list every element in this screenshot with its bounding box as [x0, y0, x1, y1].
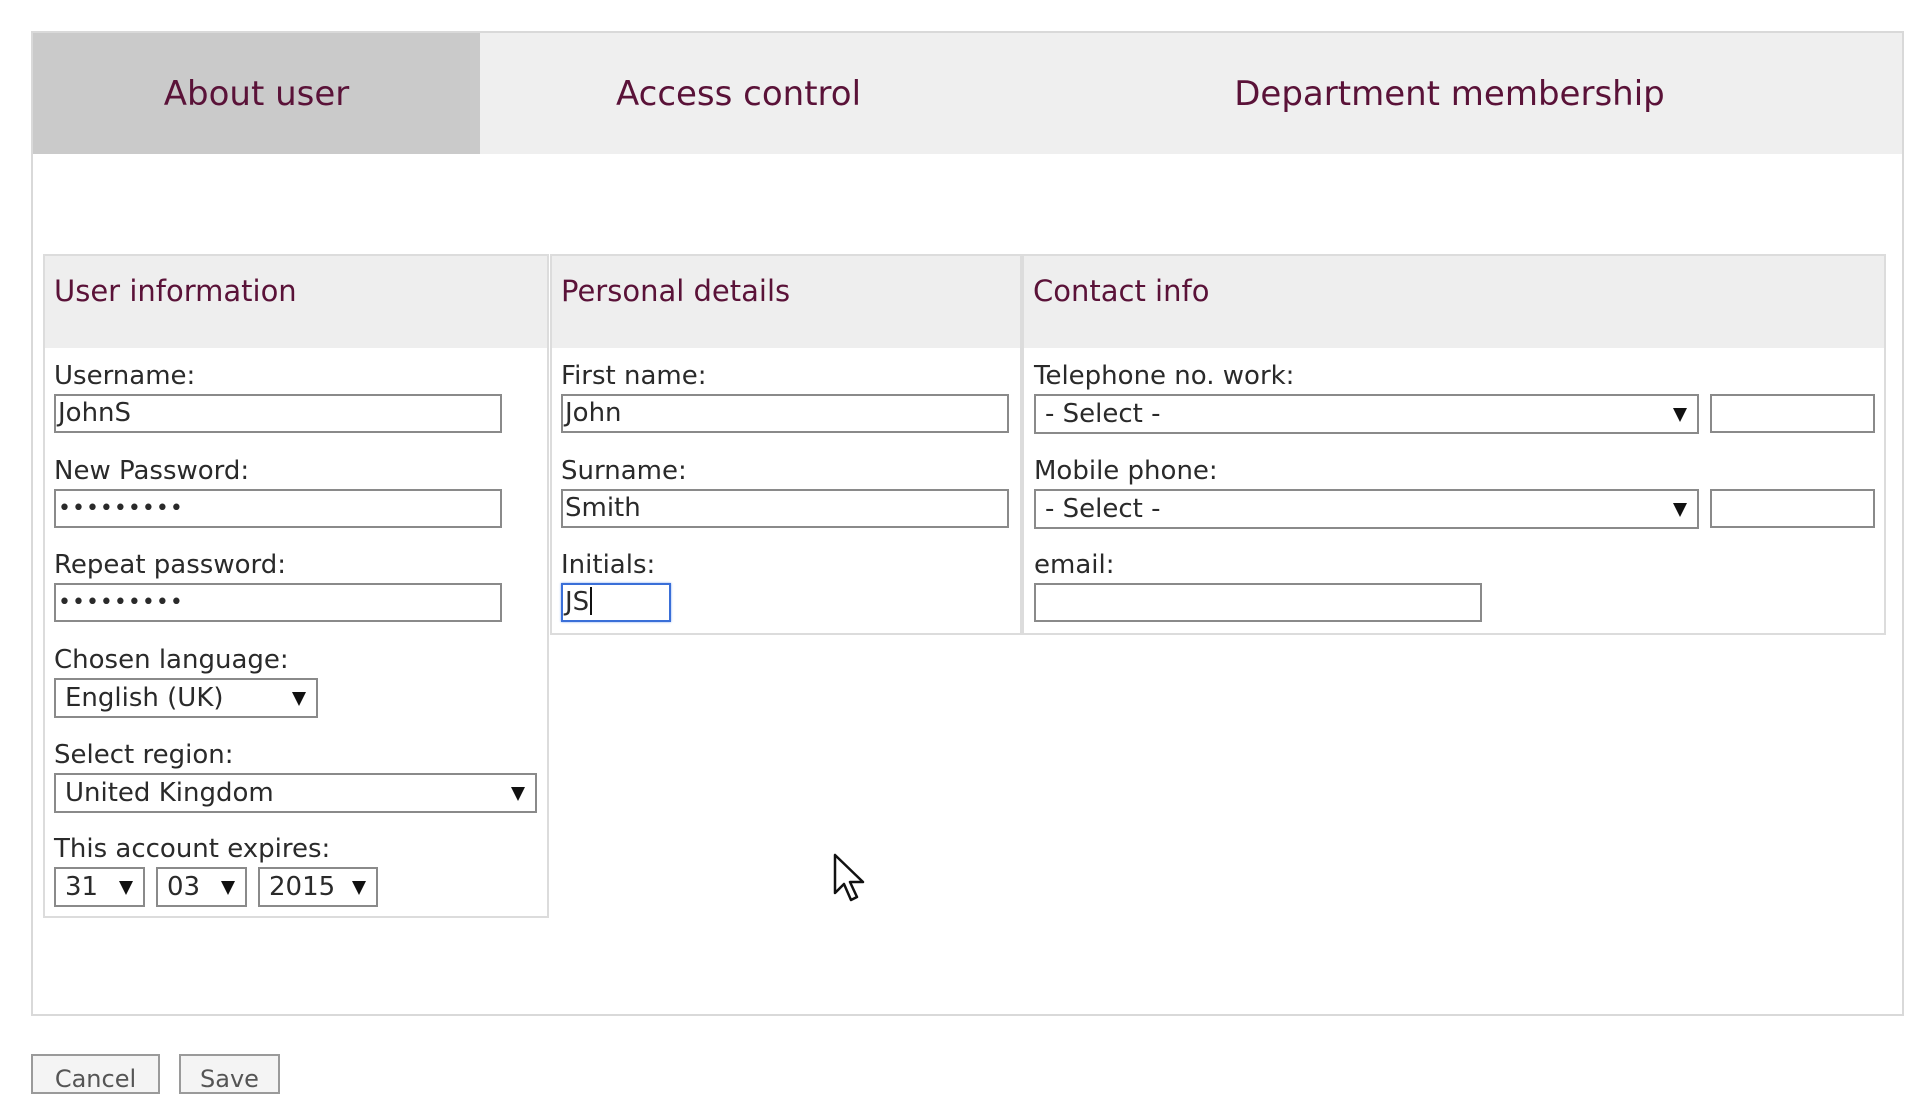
region-select[interactable]: United Kingdom	[54, 773, 537, 813]
save-button[interactable]: Save	[179, 1054, 280, 1094]
username-label: Username:	[54, 361, 196, 391]
work-phone-field[interactable]	[1710, 394, 1875, 433]
first-name-label: First name:	[561, 361, 707, 391]
mobile-phone-label: Mobile phone:	[1034, 456, 1218, 486]
username-field[interactable]: JohnS	[54, 394, 502, 433]
contact-info-panel: Contact info Telephone no. work: - Selec…	[1022, 254, 1886, 635]
work-phone-select-value: - Select -	[1045, 399, 1161, 429]
expires-label: This account expires:	[54, 834, 331, 864]
mobile-phone-field[interactable]	[1710, 489, 1875, 528]
new-password-label: New Password:	[54, 456, 250, 486]
user-information-panel: User information Username: JohnS New Pas…	[43, 254, 549, 918]
region-label: Select region:	[54, 740, 234, 770]
repeat-password-field[interactable]: •••••••••	[54, 583, 502, 622]
mobile-phone-country-select[interactable]: - Select -	[1034, 489, 1699, 529]
expires-day-select[interactable]: 31	[54, 867, 145, 907]
tab-about-user[interactable]: About user	[33, 33, 480, 154]
tab-bar: About user Access control Department mem…	[33, 33, 1902, 154]
panel-title: User information	[54, 274, 297, 308]
tab-department-membership[interactable]: Department membership	[997, 33, 1902, 154]
expires-year-select[interactable]: 2015	[258, 867, 378, 907]
new-password-field[interactable]: •••••••••	[54, 489, 502, 528]
panel-header: Personal details	[552, 256, 1020, 348]
language-value: English (UK)	[65, 683, 224, 713]
initials-value: JS	[565, 587, 590, 617]
expires-day-value: 31	[65, 872, 99, 902]
surname-field[interactable]: Smith	[561, 489, 1009, 528]
panel-title: Personal details	[561, 274, 791, 308]
chevron-down-icon	[1673, 503, 1687, 517]
mouse-pointer-icon	[833, 853, 865, 902]
expires-month-value: 03	[167, 872, 201, 902]
repeat-password-label: Repeat password:	[54, 550, 286, 580]
panel-header: Contact info	[1024, 256, 1884, 348]
chevron-down-icon	[1673, 408, 1687, 422]
expires-year-value: 2015	[269, 872, 336, 902]
initials-field[interactable]: JS	[561, 583, 671, 622]
personal-details-panel: Personal details First name: John Surnam…	[550, 254, 1022, 635]
expires-month-select[interactable]: 03	[156, 867, 247, 907]
email-field[interactable]	[1034, 583, 1482, 622]
work-phone-country-select[interactable]: - Select -	[1034, 394, 1699, 434]
surname-label: Surname:	[561, 456, 687, 486]
chevron-down-icon	[119, 881, 133, 895]
chevron-down-icon	[352, 881, 366, 895]
panel-header: User information	[45, 256, 547, 348]
region-value: United Kingdom	[65, 778, 274, 808]
work-phone-label: Telephone no. work:	[1034, 361, 1295, 391]
first-name-field[interactable]: John	[561, 394, 1009, 433]
mobile-phone-select-value: - Select -	[1045, 494, 1161, 524]
language-select[interactable]: English (UK)	[54, 678, 318, 718]
chevron-down-icon	[511, 787, 525, 801]
email-label: email:	[1034, 550, 1115, 580]
chevron-down-icon	[221, 881, 235, 895]
tab-access-control[interactable]: Access control	[480, 33, 997, 154]
chevron-down-icon	[292, 692, 306, 706]
language-label: Chosen language:	[54, 645, 289, 675]
initials-label: Initials:	[561, 550, 656, 580]
cancel-button[interactable]: Cancel	[31, 1054, 160, 1094]
panel-title: Contact info	[1033, 274, 1210, 308]
text-caret	[590, 587, 593, 615]
